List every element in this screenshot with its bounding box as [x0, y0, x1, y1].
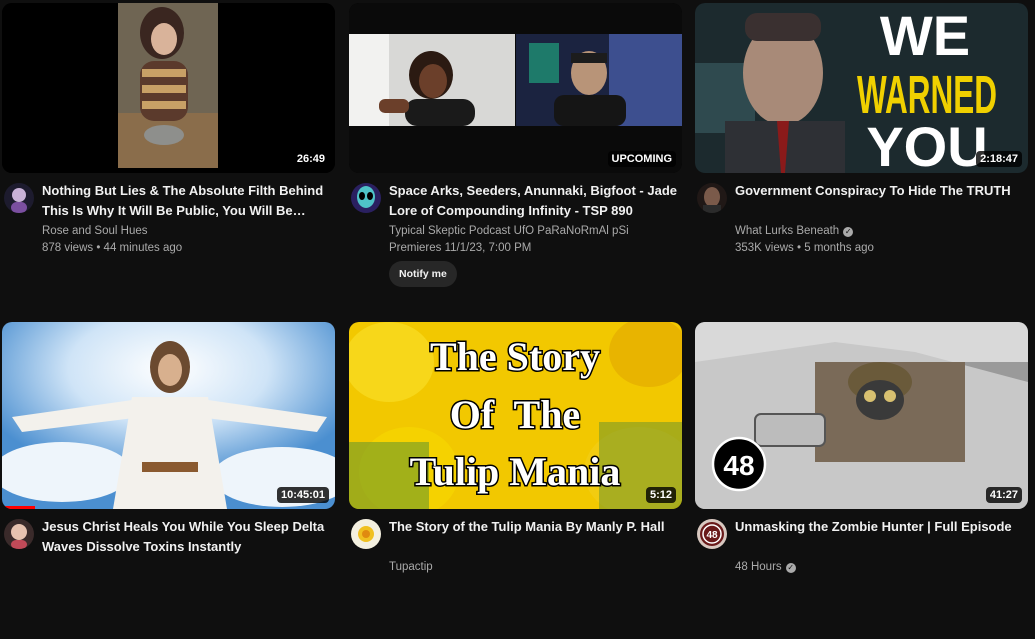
verified-check-icon: ✓: [785, 563, 796, 573]
video-duration: 10:45:01: [276, 487, 329, 503]
channel-name[interactable]: What Lurks Beneath ✓: [735, 225, 854, 237]
channel-avatar[interactable]: 48: [697, 519, 727, 549]
video-thumbnail[interactable]: The Story Of The Tulip Mania 5:12: [349, 322, 682, 509]
channel-name[interactable]: Rose and Soul Hues: [42, 225, 147, 237]
video-thumbnail[interactable]: 26:49: [2, 3, 335, 173]
thumbnail-image: [2, 3, 335, 173]
thumbnail-image: The Story Of The Tulip Mania: [349, 322, 682, 509]
avatar-logo-text: 48: [706, 530, 718, 541]
video-card[interactable]: 48 41:27 48 Unmasking the Zombie Hunter …: [695, 322, 1028, 639]
video-thumbnail[interactable]: WE WARNED YOU 2:18:47: [695, 3, 1028, 173]
channel-name[interactable]: 48 Hours ✓: [735, 561, 796, 573]
video-title[interactable]: The Story of the Tulip Mania By Manly P.…: [389, 517, 679, 537]
channel-name[interactable]: Typical Skeptic Podcast UfO PaRaNoRmAl p…: [389, 225, 629, 237]
video-card[interactable]: 26:49 Nothing But Lies & The Absolute Fi…: [2, 3, 335, 303]
video-title[interactable]: Space Arks, Seeders, Anunnaki, Bigfoot -…: [389, 181, 679, 221]
thumbnail-image: [349, 3, 682, 173]
video-card[interactable]: UPCOMING Space Arks, Seeders, Anunnaki, …: [349, 3, 682, 303]
thumbnail-text: Of The: [450, 392, 580, 437]
channel-name[interactable]: Tupactip: [389, 561, 433, 573]
video-stats: 353K views • 5 months ago: [735, 242, 874, 254]
video-thumbnail[interactable]: 48 41:27: [695, 322, 1028, 509]
video-thumbnail[interactable]: UPCOMING: [349, 3, 682, 173]
video-duration: 2:18:47: [976, 151, 1022, 167]
video-card[interactable]: The Story Of The Tulip Mania 5:12 The St…: [349, 322, 682, 639]
video-duration: 5:12: [645, 487, 676, 503]
video-thumbnail[interactable]: 10:45:01: [2, 322, 335, 509]
channel-avatar[interactable]: [4, 519, 34, 549]
premiere-time: Premieres 11/1/23, 7:00 PM: [389, 242, 532, 254]
video-duration: 41:27: [985, 487, 1022, 503]
video-card[interactable]: 10:45:01 Jesus Christ Heals You While Yo…: [2, 322, 335, 639]
thumbnail-text: WE: [880, 4, 970, 67]
upcoming-badge: UPCOMING: [607, 151, 676, 167]
video-title[interactable]: Jesus Christ Heals You While You Sleep D…: [42, 517, 332, 557]
channel-avatar[interactable]: [351, 183, 381, 213]
video-title[interactable]: Nothing But Lies & The Absolute Filth Be…: [42, 181, 332, 221]
notify-me-button[interactable]: Notify me: [389, 261, 457, 287]
verified-check-icon: ✓: [843, 227, 854, 237]
thumbnail-image: WE WARNED YOU: [695, 3, 1028, 173]
channel-avatar[interactable]: [697, 183, 727, 213]
thumbnail-image: [2, 322, 335, 509]
network-logo-text: 48: [723, 450, 754, 481]
thumbnail-text: YOU: [866, 115, 987, 173]
video-duration: 26:49: [292, 151, 329, 167]
channel-avatar[interactable]: [351, 519, 381, 549]
thumbnail-image: 48: [695, 322, 1028, 509]
video-title[interactable]: Government Conspiracy To Hide The TRUTH: [735, 181, 1025, 201]
thumbnail-text: The Story: [430, 334, 600, 379]
thumbnail-text: Tulip Mania: [410, 449, 621, 494]
video-title[interactable]: Unmasking the Zombie Hunter | Full Episo…: [735, 517, 1025, 537]
video-card[interactable]: WE WARNED YOU 2:18:47 Government Conspir…: [695, 3, 1028, 303]
channel-avatar[interactable]: [4, 183, 34, 213]
video-stats: 878 views • 44 minutes ago: [42, 242, 183, 254]
